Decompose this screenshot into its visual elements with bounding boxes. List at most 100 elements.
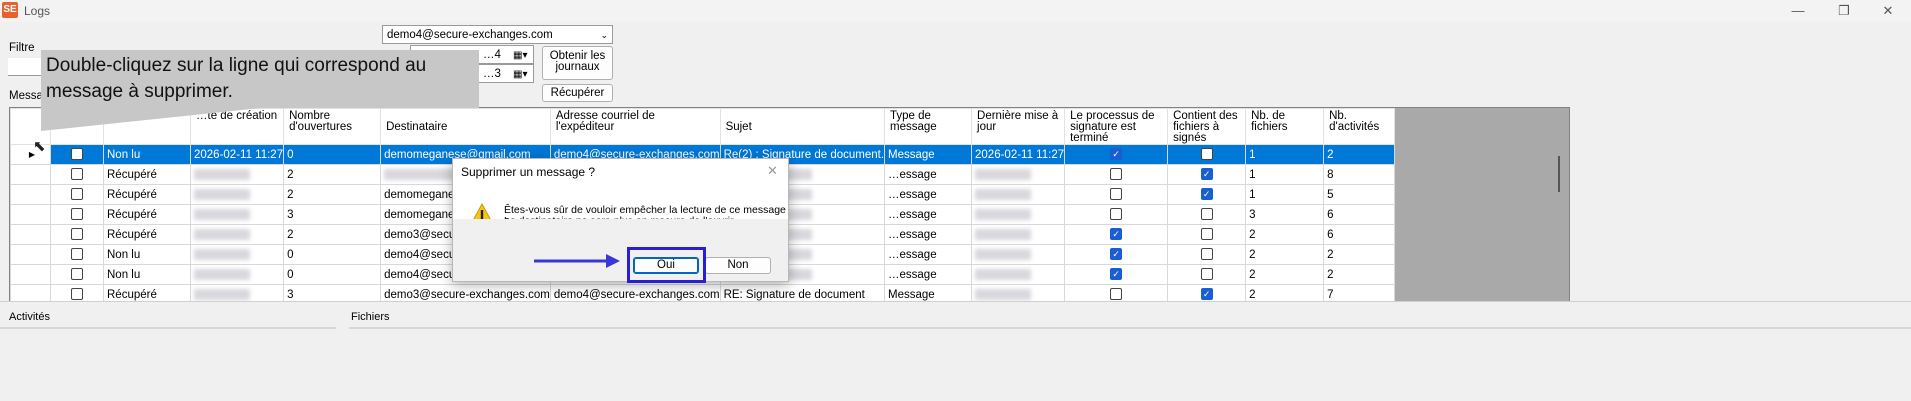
row-header[interactable] (10, 244, 51, 265)
col-header-updated[interactable]: Dernière mise à jour (971, 108, 1066, 145)
signed-checkbox-cell[interactable]: ✓ (1064, 264, 1169, 285)
activities-count-cell[interactable]: 8 (1323, 164, 1396, 185)
type-cell[interactable]: …essage (884, 204, 973, 225)
sign-files-checkbox-cell[interactable]: ✓ (1167, 284, 1247, 301)
created-cell[interactable] (189, 204, 285, 225)
retrieved-checkbox-cell[interactable] (50, 184, 104, 205)
type-cell[interactable]: …essage (884, 164, 973, 185)
created-cell[interactable] (189, 224, 285, 245)
opens-cell[interactable]: 2 (283, 164, 382, 185)
checkbox-unchecked-icon[interactable] (71, 168, 83, 181)
created-cell[interactable] (189, 264, 285, 285)
row-header[interactable] (10, 284, 51, 301)
signed-checkbox-cell[interactable]: ✓ (1064, 224, 1169, 245)
row-header[interactable] (10, 264, 51, 285)
account-select[interactable]: demo4@secure-exchanges.com ⌄ (382, 25, 613, 44)
activities-count-cell[interactable]: 7 (1323, 284, 1396, 301)
updated-cell[interactable] (971, 224, 1066, 245)
files-count-cell[interactable]: 2 (1245, 224, 1325, 245)
created-cell[interactable]: 2026-02-11 11:27 (189, 144, 285, 165)
sign-files-checkbox-cell[interactable] (1167, 224, 1247, 245)
col-header-files[interactable]: Nb. de fichiers (1245, 108, 1325, 145)
retrieve-button[interactable]: Récupérer (542, 84, 613, 102)
files-count-cell[interactable]: 1 (1245, 144, 1325, 165)
checkbox-unchecked-icon[interactable] (1110, 168, 1123, 181)
sign-files-checkbox-cell[interactable] (1167, 244, 1247, 265)
files-count-cell[interactable]: 1 (1245, 164, 1325, 185)
col-header-sign-files[interactable]: Contient des fichiers à signés (1167, 108, 1247, 145)
files-count-cell[interactable]: 3 (1245, 204, 1325, 225)
checkbox-checked-icon[interactable]: ✓ (1110, 228, 1123, 241)
row-header[interactable] (10, 224, 51, 245)
row-header[interactable] (10, 184, 51, 205)
type-cell[interactable]: Message (884, 284, 973, 301)
col-header-opens[interactable]: Nombre d'ouvertures (283, 108, 382, 145)
sender-cell[interactable]: demo4@secure-exchanges.com (549, 284, 721, 301)
filter-input[interactable] (8, 58, 44, 76)
signed-checkbox-cell[interactable]: ✓ (1064, 144, 1169, 165)
checkbox-unchecked-icon[interactable] (1200, 228, 1213, 241)
checkbox-unchecked-icon[interactable] (71, 228, 83, 241)
sign-files-checkbox-cell[interactable] (1167, 264, 1247, 285)
updated-cell[interactable] (971, 184, 1066, 205)
checkbox-checked-icon[interactable]: ✓ (1200, 188, 1213, 201)
type-cell[interactable]: …essage (884, 244, 973, 265)
created-cell[interactable] (189, 184, 285, 205)
checkbox-checked-icon[interactable]: ✓ (1200, 168, 1213, 181)
activities-panel[interactable] (0, 327, 336, 329)
activities-count-cell[interactable]: 2 (1323, 144, 1396, 165)
type-cell[interactable]: …essage (884, 184, 973, 205)
status-cell[interactable]: Récupéré (103, 204, 191, 225)
signed-checkbox-cell[interactable] (1064, 164, 1169, 185)
status-cell[interactable]: Non lu (103, 244, 191, 265)
type-cell[interactable]: …essage (884, 224, 973, 245)
sign-files-checkbox-cell[interactable] (1167, 204, 1247, 225)
checkbox-checked-icon[interactable]: ✓ (1110, 268, 1123, 281)
activities-count-cell[interactable]: 5 (1323, 184, 1396, 205)
checkbox-unchecked-icon[interactable] (1200, 148, 1213, 161)
checkbox-unchecked-icon[interactable] (1200, 208, 1213, 221)
subject-cell[interactable]: RE: Signature de document (719, 284, 886, 301)
status-cell[interactable]: Non lu (103, 264, 191, 285)
checkbox-checked-icon[interactable]: ✓ (1110, 148, 1123, 161)
vertical-scrollbar-thumb[interactable] (1558, 156, 1560, 192)
files-count-cell[interactable]: 2 (1245, 284, 1325, 301)
status-cell[interactable]: Non lu (103, 144, 191, 165)
checkbox-unchecked-icon[interactable] (1110, 288, 1123, 301)
checkbox-unchecked-icon[interactable] (71, 288, 83, 301)
signed-checkbox-cell[interactable] (1064, 204, 1169, 225)
created-cell[interactable] (189, 164, 285, 185)
no-button[interactable]: Non (705, 257, 771, 274)
status-cell[interactable]: Récupéré (103, 224, 191, 245)
files-panel[interactable] (349, 327, 1911, 329)
opens-cell[interactable]: 0 (283, 264, 382, 285)
retrieved-checkbox-cell[interactable] (50, 264, 104, 285)
recipient-cell[interactable]: demo3@secure-exchanges.com (380, 284, 551, 301)
col-header-sender[interactable]: Adresse courriel de l'expéditeur (549, 108, 721, 145)
col-header-type[interactable]: Type de message (884, 108, 973, 145)
created-cell[interactable] (189, 284, 285, 301)
checkbox-checked-icon[interactable]: ✓ (1110, 248, 1123, 261)
checkbox-unchecked-icon[interactable] (71, 208, 83, 221)
checkbox-unchecked-icon[interactable] (71, 268, 83, 281)
checkbox-unchecked-icon[interactable] (1110, 188, 1123, 201)
opens-cell[interactable]: 2 (283, 224, 382, 245)
activities-count-cell[interactable]: 2 (1323, 244, 1396, 265)
table-row[interactable]: Récupéré 3 demo3@secure-exchanges.com demo4… (10, 284, 1396, 301)
row-header[interactable] (10, 204, 51, 225)
minimize-icon[interactable]: — (1775, 0, 1821, 22)
sign-files-checkbox-cell[interactable] (1167, 144, 1247, 165)
sign-files-checkbox-cell[interactable]: ✓ (1167, 164, 1247, 185)
updated-cell[interactable] (971, 204, 1066, 225)
opens-cell[interactable]: 0 (283, 244, 382, 265)
status-cell[interactable]: Récupéré (103, 164, 191, 185)
checkbox-unchecked-icon[interactable] (71, 188, 83, 201)
checkbox-unchecked-icon[interactable] (1200, 268, 1213, 281)
activities-count-cell[interactable]: 6 (1323, 224, 1396, 245)
files-count-cell[interactable]: 1 (1245, 184, 1325, 205)
updated-cell[interactable] (971, 264, 1066, 285)
created-cell[interactable] (189, 244, 285, 265)
signed-checkbox-cell[interactable]: ✓ (1064, 244, 1169, 265)
restore-icon[interactable]: ❐ (1821, 0, 1867, 22)
status-cell[interactable]: Récupéré (103, 184, 191, 205)
